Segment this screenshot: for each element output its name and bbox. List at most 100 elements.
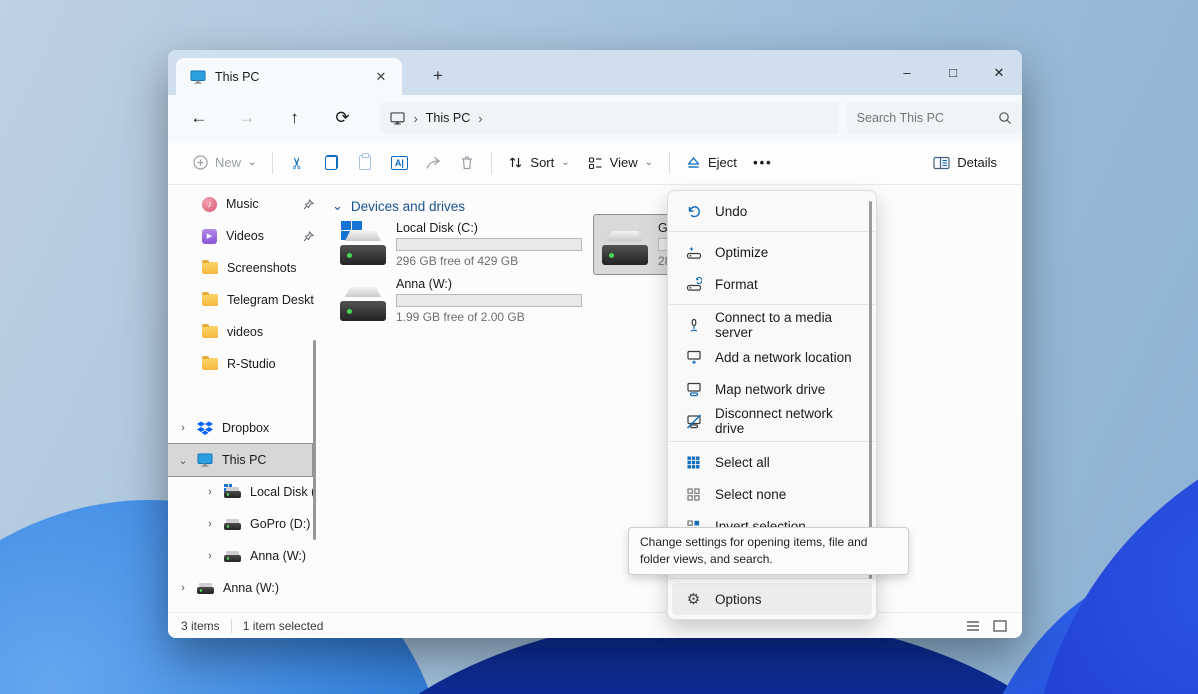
- sidebar-item-this-pc[interactable]: ⌄ This PC: [168, 444, 312, 476]
- sidebar-item-anna-w-network[interactable]: › Anna (W:): [168, 572, 318, 604]
- paste-button[interactable]: [348, 146, 382, 180]
- add-network-location-icon: [685, 350, 702, 365]
- eject-button[interactable]: Eject: [677, 146, 746, 180]
- sidebar-item-dropbox[interactable]: › Dropbox: [168, 412, 318, 444]
- chevron-right-icon[interactable]: ›: [178, 422, 188, 434]
- options-tooltip: Change settings for opening items, file …: [628, 527, 909, 575]
- sidebar-item-label: videos: [227, 325, 314, 339]
- search-box[interactable]: Search This PC: [847, 102, 1022, 134]
- chevron-right-icon[interactable]: ›: [178, 582, 188, 594]
- details-view-toggle[interactable]: [964, 618, 982, 634]
- chevron-right-icon[interactable]: ›: [205, 486, 215, 498]
- drive-tile-local-disk-c[interactable]: Local Disk (C:) 296 GB free of 429 GB: [332, 215, 590, 274]
- sidebar-item-anna-w[interactable]: › Anna (W:): [168, 540, 318, 572]
- plus-circle-icon: [193, 155, 208, 170]
- view-button[interactable]: View ⌄: [579, 146, 662, 180]
- menu-separator: [669, 441, 875, 442]
- share-icon: [425, 156, 441, 170]
- menu-scrollbar[interactable]: [869, 201, 872, 579]
- folder-icon: [202, 294, 218, 306]
- view-icon: [588, 156, 603, 170]
- search-placeholder: Search This PC: [857, 111, 998, 125]
- new-tab-button[interactable]: +: [424, 62, 452, 90]
- menu-item-select-all[interactable]: Select all: [672, 446, 872, 478]
- refresh-button[interactable]: ⟳: [325, 102, 361, 134]
- sidebar-item-r-studio[interactable]: R-Studio: [168, 348, 318, 380]
- chevron-down-icon[interactable]: ⌄: [178, 454, 188, 467]
- sidebar-item-videos-folder[interactable]: videos: [168, 316, 318, 348]
- tab-this-pc[interactable]: This PC ✕: [176, 58, 402, 95]
- menu-item-undo[interactable]: Undo: [672, 195, 872, 227]
- eject-label: Eject: [708, 155, 737, 170]
- capacity-bar: [396, 238, 582, 251]
- see-more-button[interactable]: •••: [746, 146, 780, 180]
- sidebar-item-gopro-d[interactable]: › GoPro (D:): [168, 508, 318, 540]
- menu-item-map-network-drive[interactable]: Map network drive: [672, 373, 872, 405]
- menu-item-add-network-location[interactable]: Add a network location: [672, 341, 872, 373]
- minimize-button[interactable]: –: [884, 50, 930, 95]
- maximize-button[interactable]: □: [930, 50, 976, 95]
- menu-item-label: Select all: [715, 455, 770, 470]
- menu-item-optimize[interactable]: Optimize: [672, 236, 872, 268]
- sidebar-item-local-disk-c[interactable]: › Local Disk (C:): [168, 476, 318, 508]
- capacity-bar: [396, 294, 582, 307]
- tab-bar: This PC ✕ + – □ ✕: [168, 50, 1022, 95]
- drive-icon: [197, 583, 214, 594]
- menu-item-select-none[interactable]: Select none: [672, 478, 872, 510]
- delete-button[interactable]: [450, 146, 484, 180]
- menu-item-format[interactable]: Format: [672, 268, 872, 300]
- sidebar-item-screenshots[interactable]: Screenshots: [168, 252, 318, 284]
- chevron-down-icon: ⌄: [645, 157, 653, 168]
- pin-icon: [303, 199, 314, 210]
- sidebar-item-label: Music: [226, 197, 294, 211]
- drive-tile-anna-w[interactable]: Anna (W:) 1.99 GB free of 2.00 GB: [332, 271, 590, 330]
- cut-button[interactable]: ✂: [280, 146, 314, 180]
- details-pane-button[interactable]: Details: [924, 146, 1006, 180]
- sidebar-scrollbar[interactable]: [313, 340, 316, 540]
- chevron-right-icon[interactable]: ›: [205, 518, 215, 530]
- select-none-icon: [685, 487, 702, 502]
- chevron-right-icon[interactable]: ›: [205, 550, 215, 562]
- rename-button[interactable]: A|: [382, 146, 416, 180]
- sidebar-item-music[interactable]: ♪ Music: [168, 188, 318, 220]
- back-button[interactable]: ←: [181, 102, 217, 134]
- share-button[interactable]: [416, 146, 450, 180]
- menu-separator: [669, 578, 875, 579]
- this-pc-icon: [197, 453, 213, 467]
- menu-item-disconnect-network-drive[interactable]: Disconnect network drive: [672, 405, 872, 437]
- chevron-down-icon: ⌄: [561, 157, 569, 168]
- breadcrumb-chevron-icon[interactable]: ›: [478, 111, 482, 126]
- large-icons-view-toggle[interactable]: [991, 618, 1009, 634]
- drive-icon: [224, 519, 241, 530]
- sidebar-item-label: Dropbox: [222, 421, 314, 435]
- status-bar: 3 items 1 item selected: [168, 612, 1022, 638]
- rename-icon: A|: [391, 156, 408, 170]
- folder-icon: [202, 326, 218, 338]
- breadcrumb-this-pc[interactable]: This PC: [426, 111, 470, 125]
- drive-icon: [340, 285, 386, 321]
- menu-item-connect-media-server[interactable]: Connect to a media server: [672, 309, 872, 341]
- divider: [231, 619, 232, 633]
- address-bar[interactable]: › This PC ›: [380, 102, 838, 134]
- forward-button[interactable]: →: [229, 102, 265, 134]
- sidebar-item-videos[interactable]: ▶ Videos: [168, 220, 318, 252]
- details-pane-icon: [933, 156, 950, 170]
- menu-item-options[interactable]: ⚙ Options: [672, 583, 872, 615]
- menu-item-label: Add a network location: [715, 350, 852, 365]
- details-label: Details: [957, 155, 997, 170]
- tab-close-icon[interactable]: ✕: [370, 66, 392, 88]
- search-icon: [998, 111, 1012, 125]
- new-button[interactable]: New ⌄: [184, 146, 265, 180]
- group-header-devices-and-drives[interactable]: ⌄ Devices and drives: [332, 198, 465, 214]
- chevron-down-icon[interactable]: ⌄: [332, 198, 343, 214]
- close-button[interactable]: ✕: [976, 50, 1022, 95]
- this-pc-icon: [190, 70, 206, 84]
- new-label: New: [215, 155, 241, 170]
- sort-button[interactable]: Sort ⌄: [499, 146, 578, 180]
- drive-icon: [224, 551, 241, 562]
- menu-item-label: Map network drive: [715, 382, 825, 397]
- up-button[interactable]: ↑: [277, 102, 313, 134]
- details-view-icon: [966, 620, 980, 632]
- sidebar-item-telegram-desktop[interactable]: Telegram Desktop: [168, 284, 318, 316]
- copy-button[interactable]: [314, 146, 348, 180]
